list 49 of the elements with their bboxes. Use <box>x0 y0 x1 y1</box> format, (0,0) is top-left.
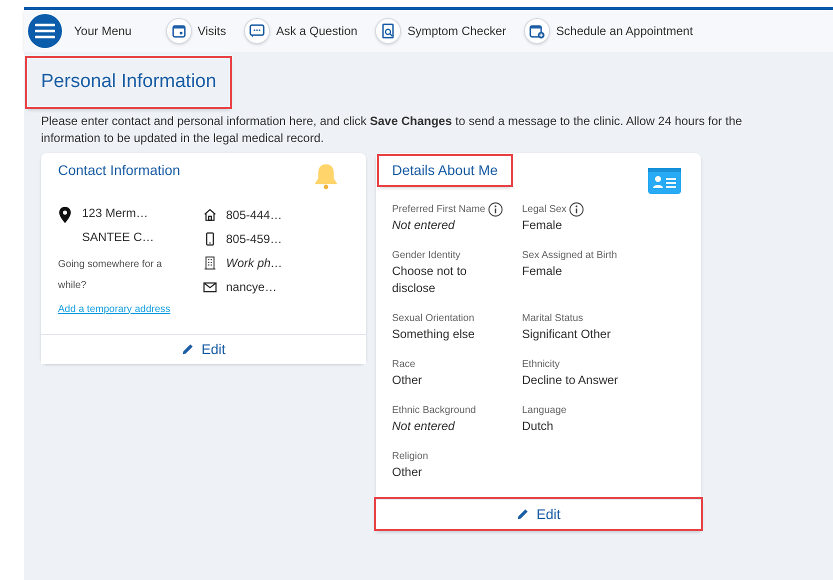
field-label: Language <box>522 404 566 418</box>
page-title: Personal Information <box>27 58 230 106</box>
field-label: Marital Status <box>522 312 584 326</box>
info-icon[interactable] <box>488 202 504 216</box>
field-label: Sexual Orientation <box>392 312 474 326</box>
intro-paragraph: Please enter contact and personal information here, and click Save Changes to send a message to the clinic. Allow 24 hours for the information to be updated in the legal medical record. <box>41 112 744 146</box>
field-value: Not entered <box>392 216 456 234</box>
field-label: Ethnicity <box>522 358 560 372</box>
field-label: Race <box>392 358 416 372</box>
office-building-icon <box>202 254 218 270</box>
field-value: Female <box>522 216 564 234</box>
field-label: Legal Sex <box>522 202 566 216</box>
field-value: Dutch <box>522 418 554 434</box>
nav-link[interactable]: Visits <box>166 18 226 44</box>
temporary-address-prompt: Going somewhere for a while? <box>58 258 163 292</box>
field-label: Religion <box>392 450 428 464</box>
edit-button[interactable]: Edit <box>41 334 366 364</box>
nav-link[interactable]: Ask a Question <box>244 18 358 44</box>
address-line: SANTEE C… <box>82 228 154 246</box>
field-label: Sex Assigned at Birth <box>522 248 618 262</box>
field-value: Female <box>522 262 564 280</box>
edit-button[interactable]: Edit <box>376 498 701 528</box>
house-icon <box>202 206 218 222</box>
contact-detail: 805-459… <box>226 230 282 248</box>
card-title: Contact Information <box>58 160 180 180</box>
contact-detail: nancye… <box>226 278 277 296</box>
id-card-icon <box>648 168 681 194</box>
location-pin-icon <box>58 206 72 224</box>
field-value: Something else <box>392 326 476 342</box>
pencil-icon <box>181 342 196 356</box>
field-value: Other <box>392 464 424 480</box>
menu-button[interactable]: Your Menu <box>28 14 132 48</box>
pencil-icon <box>516 507 530 521</box>
menu-icon <box>35 23 55 39</box>
field-value: Choose not to disclose <box>392 262 468 296</box>
field-label: Ethnic Background <box>392 404 476 418</box>
nav-link[interactable]: Symptom Checker <box>375 18 506 44</box>
nav-link[interactable]: Schedule an Appointment <box>524 18 693 44</box>
contact-detail: 805-444… <box>226 206 282 224</box>
contact-detail: Work ph… <box>226 254 283 272</box>
field-value: Decline to Answer <box>522 372 620 388</box>
field-value: Other <box>392 372 424 388</box>
field-value: Not entered <box>392 418 456 434</box>
card-title: Details About Me <box>379 156 511 184</box>
field-value: Significant Other <box>522 326 612 342</box>
address-line: 123 Merm… <box>82 204 150 222</box>
field-label: Preferred First Name <box>392 202 486 216</box>
field-label: Gender Identity <box>392 248 460 262</box>
info-icon[interactable] <box>569 202 584 216</box>
